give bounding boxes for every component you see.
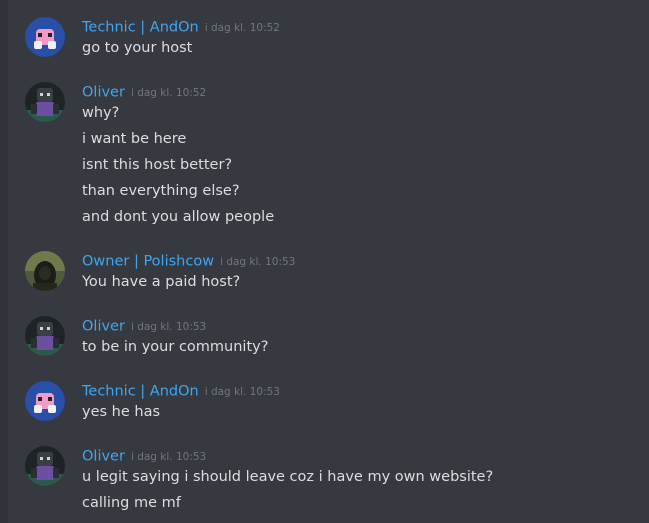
message-timestamp: i dag kl. 10:52 — [130, 86, 207, 99]
message-timestamp: i dag kl. 10:53 — [130, 450, 207, 463]
message-text: You have a paid host? — [82, 274, 241, 290]
avatar[interactable] — [25, 316, 65, 356]
avatar-green-hooded-icon — [25, 251, 65, 291]
message-text: go to your host — [82, 40, 193, 56]
avatar[interactable] — [25, 381, 65, 421]
message-text: u legit saying i should leave coz i have… — [82, 469, 494, 485]
message-text: and dont you allow people — [82, 209, 275, 225]
avatar-dark-character-icon — [25, 82, 65, 122]
message-text: yes he has — [82, 404, 161, 420]
message-author[interactable]: Technic | AndOn — [82, 20, 199, 36]
message-text: than everything else? — [82, 183, 240, 199]
message-text: why? — [82, 105, 120, 121]
message-author[interactable]: Oliver — [82, 85, 125, 101]
avatar-dark-character-icon — [25, 446, 65, 486]
message-author[interactable]: Technic | AndOn — [82, 384, 199, 400]
avatar[interactable] — [25, 17, 65, 57]
message-timestamp: i dag kl. 10:53 — [130, 320, 207, 333]
message-author[interactable]: Oliver — [82, 449, 125, 465]
message-text: isnt this host better? — [82, 157, 233, 173]
message-timestamp: i dag kl. 10:52 — [204, 21, 280, 34]
avatar-pink-character-icon — [25, 17, 65, 57]
avatar[interactable] — [25, 251, 65, 291]
message-author[interactable]: Owner | Polishcow — [82, 254, 214, 270]
avatar-dark-character-icon — [25, 316, 65, 356]
message-text: i want be here — [82, 131, 187, 147]
avatar-pink-character-icon — [25, 381, 65, 421]
message-text: calling me mf — [82, 495, 181, 511]
message-author[interactable]: Oliver — [82, 319, 125, 335]
message-text: to be in your community? — [82, 339, 269, 355]
avatar[interactable] — [25, 82, 65, 122]
message-timestamp: i dag kl. 10:53 — [220, 255, 296, 268]
message-timestamp: i dag kl. 10:53 — [204, 385, 280, 398]
avatar[interactable] — [25, 446, 65, 486]
channel-sidebar-edge — [0, 0, 8, 523]
